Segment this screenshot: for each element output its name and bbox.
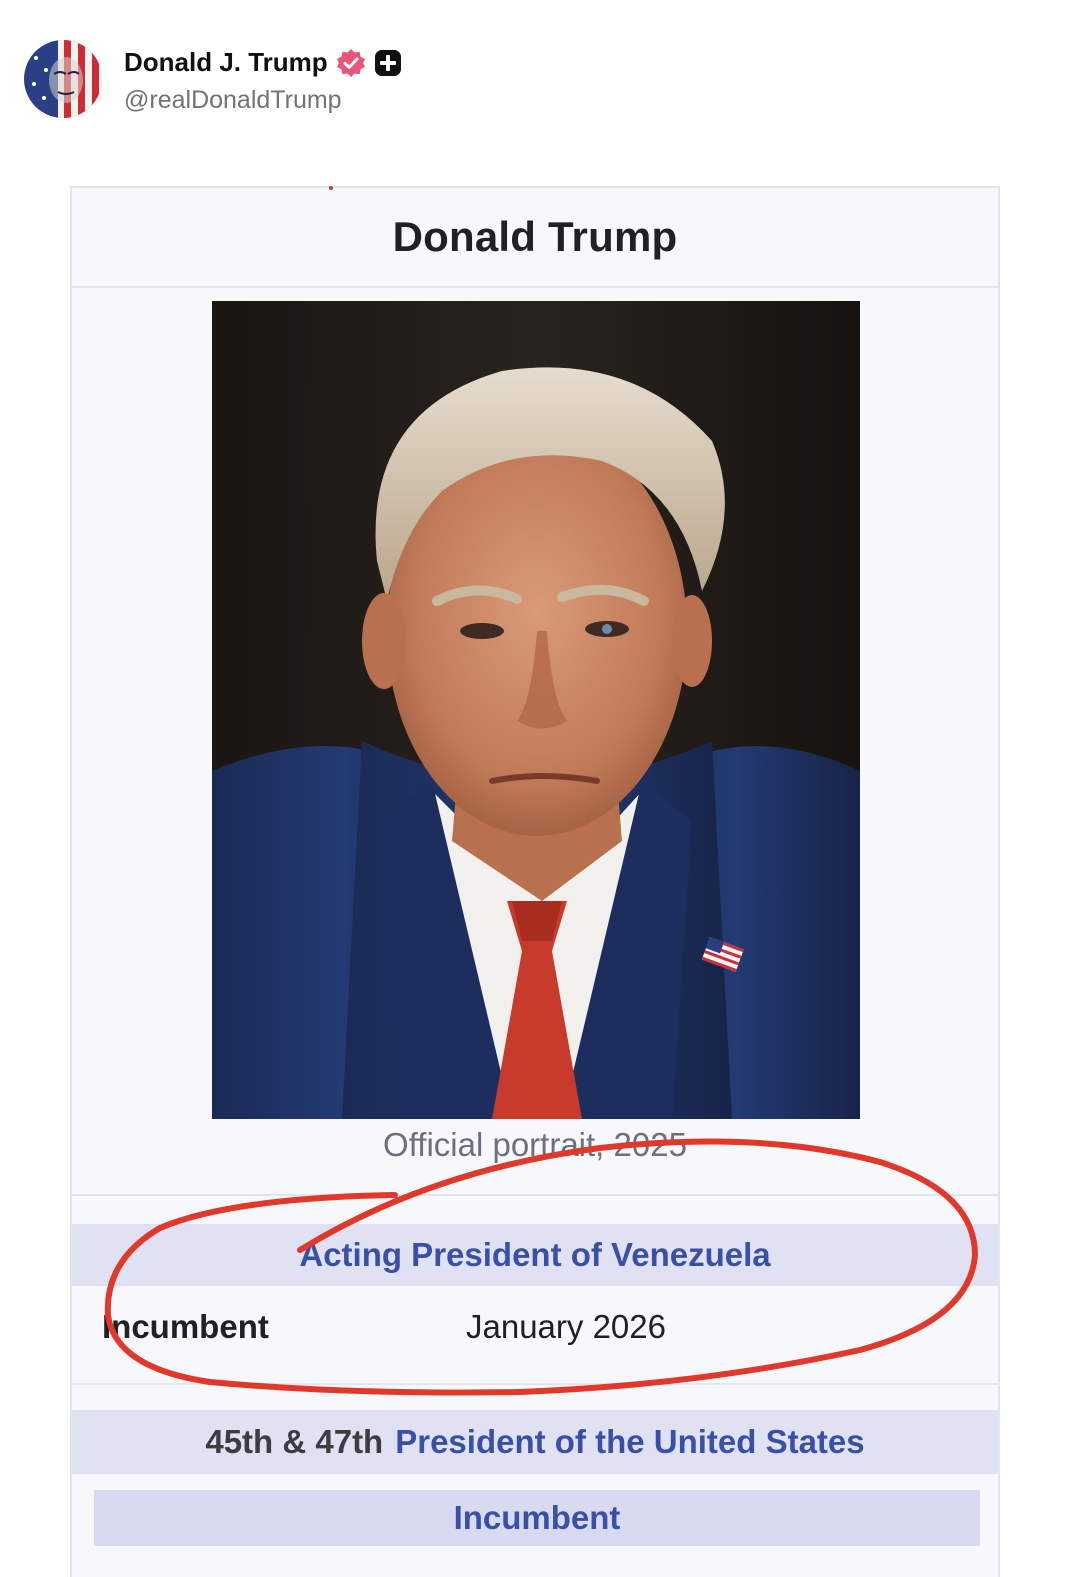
office-header-united-states: 45th & 47th President of the United Stat…	[72, 1410, 998, 1474]
post-screenshot: Donald J. Trump @realDonaldTrump Donald …	[0, 0, 1068, 1577]
post-header: Donald J. Trump @realDonaldTrump	[24, 40, 402, 118]
avatar[interactable]	[24, 40, 102, 118]
official-portrait	[212, 301, 860, 1119]
incumbent-since: January 2026	[466, 1308, 666, 1345]
divider	[72, 1383, 998, 1385]
incumbent-status-bar: Incumbent	[94, 1490, 980, 1546]
avatar-image	[24, 40, 102, 118]
office-link-united-states[interactable]: President of the United States	[395, 1423, 864, 1461]
name-row: Donald J. Trump	[124, 44, 402, 82]
office-ordinal: 45th & 47th	[205, 1423, 384, 1460]
infobox-title: Donald Trump	[392, 213, 678, 260]
verified-badge-icon	[336, 48, 366, 78]
office-link-venezuela[interactable]: Acting President of Venezuela	[299, 1236, 770, 1274]
display-name[interactable]: Donald J. Trump	[124, 47, 328, 78]
infobox: Donald Trump Official portrait, 2025 Act…	[70, 186, 1000, 1577]
portrait-caption: Official portrait, 2025	[383, 1126, 687, 1163]
office-header-venezuela: Acting President of Venezuela	[72, 1224, 998, 1286]
infobox-title-row: Donald Trump	[72, 188, 998, 288]
plus-icon[interactable]	[374, 49, 402, 77]
author-block: Donald J. Trump @realDonaldTrump	[124, 44, 402, 115]
handle[interactable]: @realDonaldTrump	[124, 86, 402, 115]
divider	[72, 1194, 998, 1196]
incumbent-row: Incumbent January 2026	[72, 1298, 998, 1358]
incumbent-status-label[interactable]: Incumbent	[454, 1499, 621, 1537]
incumbent-label: Incumbent	[102, 1308, 269, 1345]
